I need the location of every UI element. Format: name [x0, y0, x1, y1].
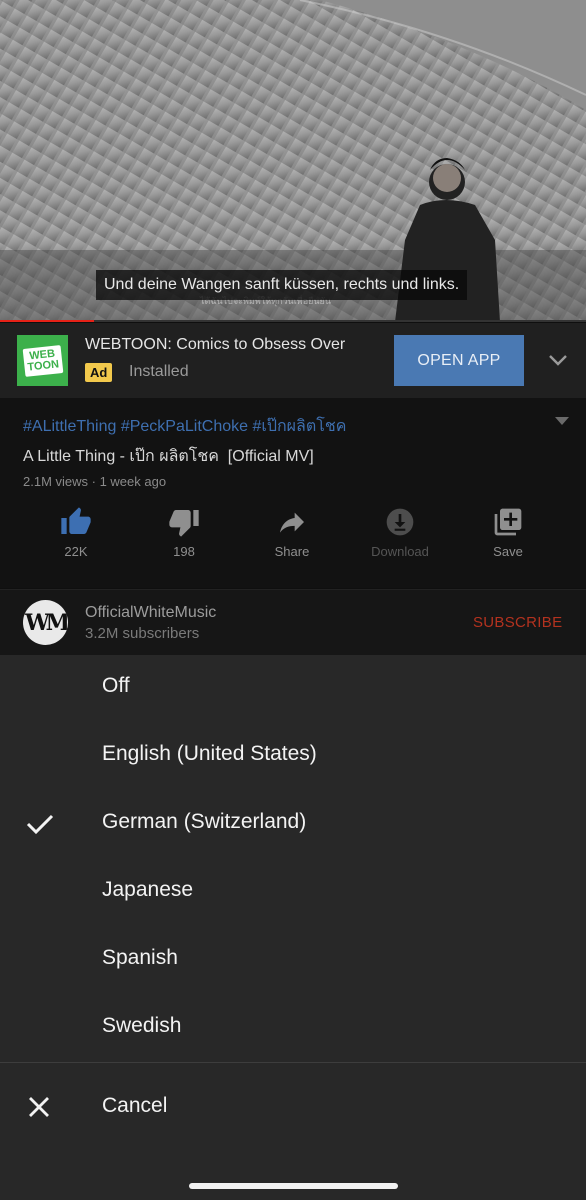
share-button[interactable]: Share — [252, 506, 332, 566]
webtoon-logo-text: WEB TOON — [22, 344, 63, 377]
chevron-down-icon[interactable] — [547, 349, 569, 371]
caption-option-label: English (United States) — [102, 742, 317, 765]
subscribe-button[interactable]: SUBSCRIBE — [473, 614, 562, 631]
logo-line-2: TOON — [26, 357, 60, 374]
home-indicator[interactable] — [189, 1183, 398, 1189]
webtoon-logo: WEB TOON — [17, 335, 68, 386]
subscriber-count: 3.2M subscribers — [85, 625, 200, 642]
thumbs-up-icon — [61, 507, 91, 534]
download-button[interactable]: Download — [360, 506, 440, 566]
caption-option-japanese[interactable]: Japanese — [0, 859, 586, 927]
save-button[interactable]: Save — [468, 506, 548, 566]
cancel-button[interactable]: Cancel — [0, 1075, 586, 1139]
like-button[interactable]: 22K — [36, 506, 116, 566]
caption-option-swedish[interactable]: Swedish — [0, 995, 586, 1063]
avatar-monogram: WM — [24, 609, 68, 636]
like-count: 22K — [64, 544, 88, 559]
ad-badge: Ad — [85, 363, 113, 382]
dislike-button[interactable]: 198 — [144, 506, 224, 566]
caption-option-label: German (Switzerland) — [102, 810, 307, 833]
download-icon — [386, 508, 414, 536]
channel-avatar[interactable]: WM — [23, 600, 68, 645]
progress-bar[interactable] — [0, 320, 586, 322]
add-to-playlist-icon — [494, 508, 522, 536]
sheet-divider — [0, 1062, 586, 1063]
channel-row[interactable]: WM OfficialWhiteMusic 3.2M subscribers S… — [0, 589, 586, 655]
thumbs-down-icon — [169, 510, 199, 537]
checkmark-icon — [26, 814, 54, 835]
caption-option-label: Swedish — [102, 1014, 182, 1037]
hashtags[interactable]: #ALittleThing #PeckPaLitChoke #เป๊กผลิตโ… — [23, 414, 346, 439]
ad-status: Installed — [129, 363, 189, 380]
share-label: Share — [274, 544, 310, 559]
ad-title: WEBTOON: Comics to Obsess Over — [85, 336, 346, 353]
open-app-button[interactable]: OPEN APP — [394, 335, 524, 386]
cancel-label: Cancel — [102, 1094, 168, 1117]
caption-option-english-us[interactable]: English (United States) — [0, 723, 586, 791]
caption-option-label: Spanish — [102, 946, 178, 969]
captions-bottom-sheet: Off English (United States) German (Swit… — [0, 655, 586, 1200]
caption-option-german-ch[interactable]: German (Switzerland) — [0, 791, 586, 859]
caption-option-label: Japanese — [102, 878, 194, 901]
caption-option-label: Off — [102, 674, 130, 697]
ad-banner[interactable]: WEB TOON WEBTOON: Comics to Obsess Over … — [0, 323, 586, 398]
save-label: Save — [493, 544, 523, 559]
share-icon — [280, 512, 304, 533]
dislike-count: 198 — [173, 544, 195, 559]
caption-text: Und deine Wangen sanft küssen, rechts un… — [96, 270, 468, 300]
view-count: 2.1M views · 1 week ago — [23, 474, 167, 489]
video-details: #ALittleThing #PeckPaLitChoke #เป๊กผลิตโ… — [0, 398, 586, 588]
download-label: Download — [371, 544, 429, 559]
channel-name[interactable]: OfficialWhiteMusic — [85, 604, 216, 622]
video-player[interactable]: ได้ฉันไปจะพิมพ์ให้ทุกวันเพื่อยืนยัน Und … — [0, 0, 586, 322]
progress-fill — [0, 320, 94, 322]
caption-option-off[interactable]: Off — [0, 655, 586, 723]
video-title: A Little Thing - เป๊ก ผลิตโชค [Official … — [23, 448, 314, 465]
expand-description-icon[interactable] — [555, 416, 569, 426]
close-icon — [29, 1097, 49, 1117]
caption-option-spanish[interactable]: Spanish — [0, 927, 586, 995]
